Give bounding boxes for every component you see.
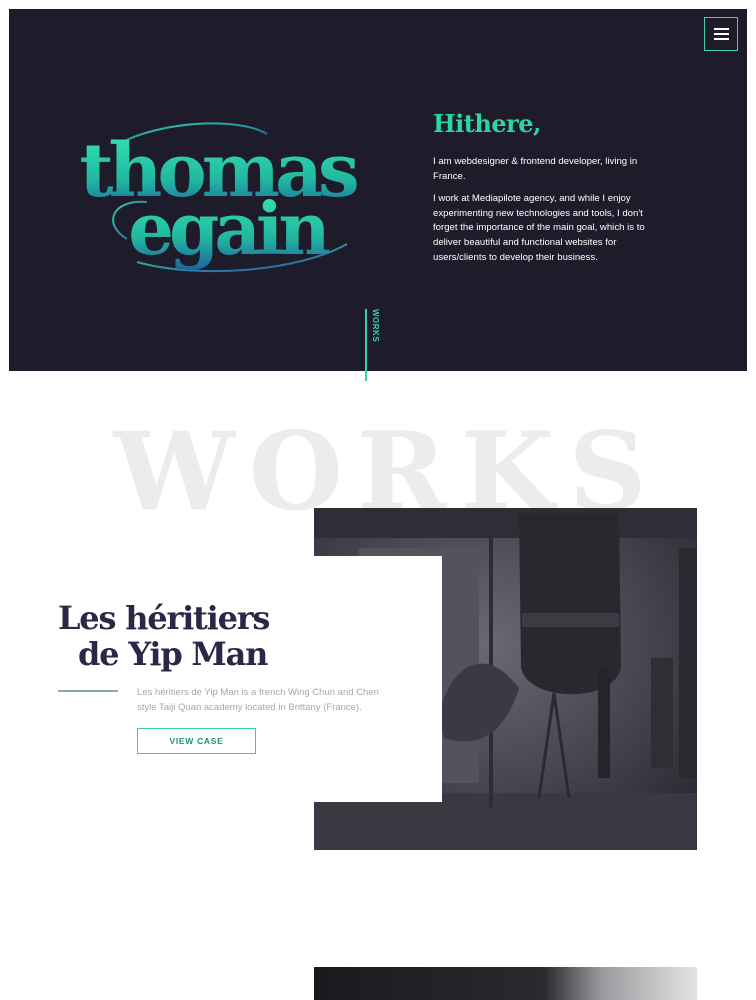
logo: thomas egain — [79, 122, 362, 273]
next-project-image[interactable] — [314, 967, 697, 1000]
project-description: Les héritiers de Yip Man is a french Win… — [137, 687, 379, 713]
project-title-line-2: de Yip Man — [78, 635, 268, 673]
scroll-indicator-line — [365, 309, 367, 381]
view-case-button[interactable]: VIEW CASE — [137, 728, 256, 754]
menu-button[interactable] — [704, 17, 738, 51]
project-title[interactable]: Les héritiers de Yip Man — [58, 600, 288, 672]
divider — [58, 690, 118, 692]
project-card — [0, 556, 442, 802]
greeting-heading: Hithere, — [433, 109, 541, 138]
intro-paragraph-2: I work at Mediapilote agency, and while … — [433, 193, 645, 263]
project-title-line-1: Les héritiers — [58, 599, 270, 637]
intro-paragraph-1: I am webdesigner & frontend developer, l… — [433, 156, 638, 182]
logo-line-2: egain — [128, 186, 329, 271]
scroll-label[interactable]: WORKS — [371, 309, 380, 342]
hamburger-icon — [713, 28, 729, 30]
intro: Hithere, I am webdesigner & frontend dev… — [433, 109, 658, 273]
